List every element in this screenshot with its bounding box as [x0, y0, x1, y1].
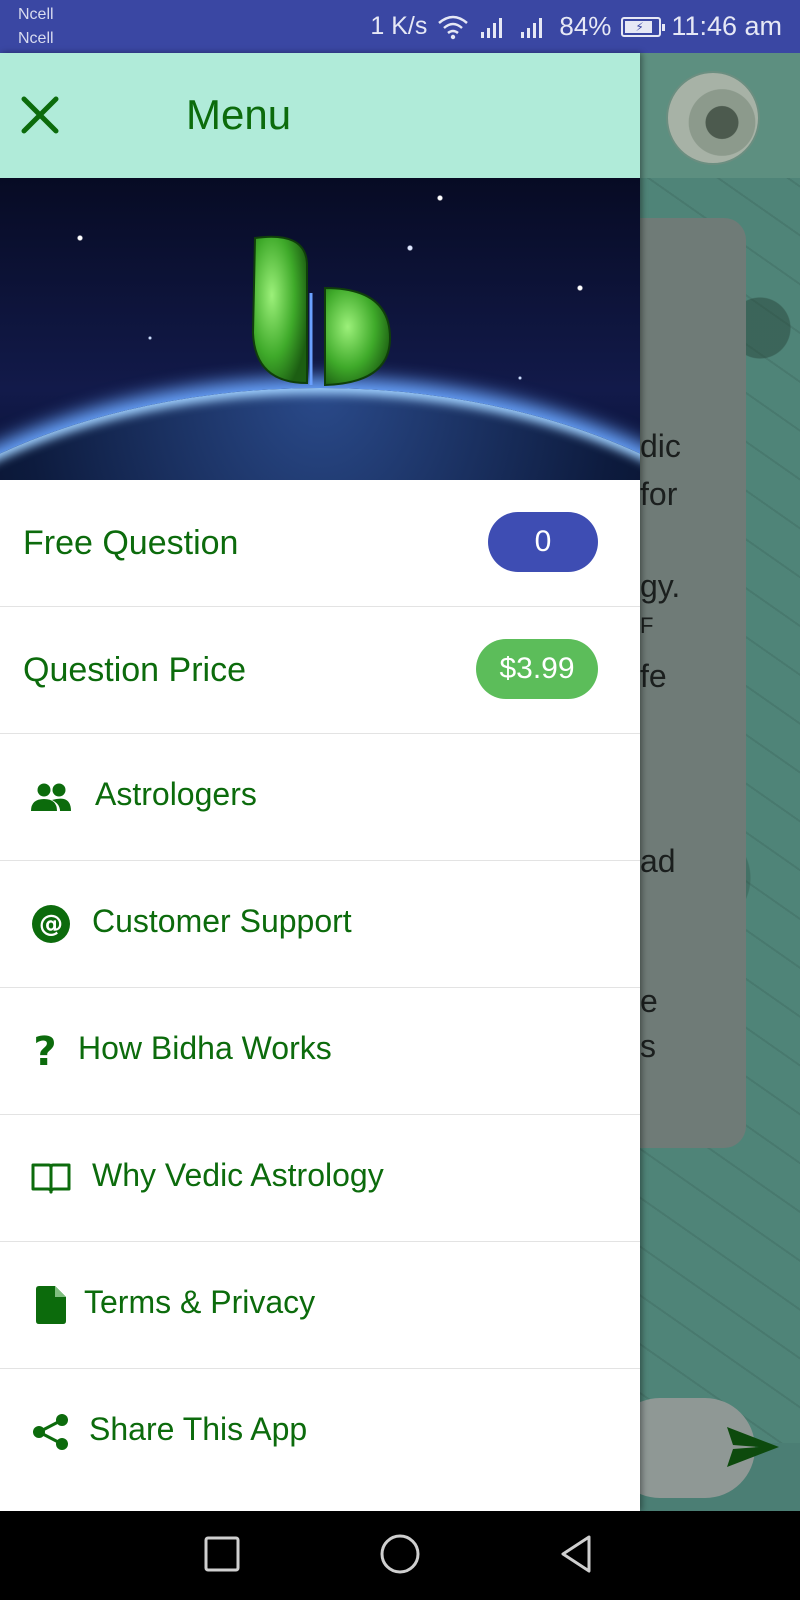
app-banner — [0, 178, 640, 480]
free-question-count-badge: 0 — [488, 512, 598, 572]
free-question-label: Free Question — [23, 523, 239, 562]
menu-item-label: How Bidha Works — [78, 1030, 332, 1066]
chat-text-fragment: fe — [640, 658, 667, 694]
battery-icon: ⚡ — [621, 16, 666, 37]
chat-text-fragment: ad — [640, 843, 676, 879]
app-logo — [251, 235, 392, 387]
background-map: dic for gy. F fe ad e s — [640, 178, 800, 1443]
menu-item-why-vedic-astrology[interactable]: Why Vedic Astrology — [0, 1115, 640, 1242]
earth-graphic — [0, 388, 640, 480]
share-icon — [30, 1411, 72, 1453]
at-sign-icon: @ — [30, 903, 72, 945]
document-icon — [30, 1284, 72, 1326]
avatar[interactable] — [666, 71, 760, 165]
background-header — [640, 53, 800, 178]
free-question-row: Free Question 0 — [0, 480, 640, 607]
carrier-names: Ncell Ncell — [18, 3, 54, 51]
chat-text-fragment: dic — [640, 428, 681, 464]
chat-bubble: dic for gy. F fe ad e s — [640, 218, 746, 1148]
drawer-header: Menu — [0, 53, 640, 178]
chat-text-fragment: s — [640, 1028, 656, 1064]
wifi-icon — [438, 15, 469, 39]
menu-item-customer-support[interactable]: @ Customer Support — [0, 861, 640, 988]
clock: 11:46 am — [671, 11, 782, 41]
send-icon[interactable] — [725, 1423, 781, 1471]
close-icon[interactable] — [20, 95, 60, 135]
background-chat-screen: dic for gy. F fe ad e s — [640, 53, 800, 1511]
carrier-2: Ncell — [18, 29, 54, 47]
navigation-drawer: Menu Free Question 0 Question Price $3.9… — [0, 53, 640, 1511]
question-mark-icon: ? — [24, 1030, 66, 1072]
drawer-title: Menu — [186, 91, 292, 138]
question-price-label: Question Price — [23, 650, 246, 689]
svg-text:@: @ — [39, 910, 63, 938]
battery-percent: 84% — [559, 11, 612, 41]
signal-icon — [481, 17, 503, 38]
menu-item-share-app[interactable]: Share This App — [0, 1369, 640, 1496]
back-icon[interactable] — [553, 1529, 603, 1579]
network-speed: 1 K/s — [370, 12, 428, 40]
chat-text-fragment: gy. — [640, 568, 681, 604]
open-book-icon — [30, 1157, 72, 1199]
system-nav-bar — [0, 1511, 800, 1600]
carrier-1: Ncell — [18, 5, 54, 23]
home-icon[interactable] — [375, 1529, 425, 1579]
recents-icon[interactable] — [197, 1529, 247, 1579]
chat-text-fragment: for — [640, 476, 678, 512]
chat-text-fragment: F — [640, 613, 654, 638]
menu-item-label: Customer Support — [92, 903, 352, 939]
question-price-row: Question Price $3.99 — [0, 607, 640, 734]
signal-icon-2 — [521, 17, 543, 38]
menu-item-terms-privacy[interactable]: Terms & Privacy — [0, 1242, 640, 1369]
menu-item-label: Astrologers — [95, 776, 257, 812]
question-price-badge: $3.99 — [476, 639, 598, 699]
chat-text-fragment: e — [640, 983, 658, 1019]
people-icon — [30, 776, 72, 818]
svg-text:?: ? — [33, 1031, 56, 1071]
menu-item-label: Share This App — [89, 1411, 308, 1447]
menu-item-astrologers[interactable]: Astrologers — [0, 734, 640, 861]
status-bar: Ncell Ncell 1 K/s 84% ⚡ 11:46 am — [0, 0, 800, 53]
menu-item-label: Why Vedic Astrology — [92, 1157, 384, 1193]
menu-item-label: Terms & Privacy — [84, 1284, 316, 1320]
menu-item-how-bidha-works[interactable]: ? How Bidha Works — [0, 988, 640, 1115]
